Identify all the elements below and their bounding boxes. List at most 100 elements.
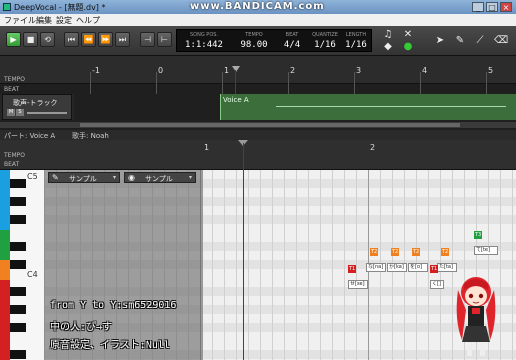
forward-end-button[interactable]: ⏭: [115, 32, 130, 47]
auto-scroll-icon[interactable]: ✕: [402, 29, 414, 41]
beat-label: BEAT: [285, 32, 299, 38]
note-tag: T2: [412, 248, 421, 256]
grid-line: [428, 170, 429, 360]
loop-button[interactable]: ⟲: [40, 32, 55, 47]
track-empty-area[interactable]: [74, 94, 220, 120]
note-tag: T2: [441, 248, 450, 256]
piano-roll-beat-label: BEAT: [4, 161, 20, 168]
piano-roll-playhead-line: [243, 143, 244, 360]
close-button[interactable]: ×: [500, 2, 512, 12]
menu-settings[interactable]: 設定: [56, 15, 72, 26]
pen-sample-label: サンプル: [69, 175, 97, 183]
note-tag: T1: [348, 265, 357, 273]
piano-roll-measure-2: 2: [370, 143, 376, 152]
grid-line: [212, 170, 213, 360]
forward-button[interactable]: ⏩: [98, 32, 113, 47]
solo-button[interactable]: S: [16, 109, 24, 116]
grid-line: [320, 170, 321, 360]
piano-roll-tempo-label: TEMPO: [4, 152, 25, 159]
measure-tick: [486, 72, 487, 94]
tempo-label: TEMPO: [245, 32, 263, 38]
note[interactable]: せ[se]: [348, 280, 368, 289]
note-tag: T2: [391, 248, 400, 256]
select-tool-icon[interactable]: ➤: [434, 35, 446, 47]
grid-line: [272, 170, 273, 360]
quantize-label: QUANTIZE: [312, 32, 338, 38]
track-row: 歌声-トラック M S Voice A: [0, 94, 516, 120]
beat-value: 4/4: [283, 40, 301, 50]
pitch-color-strip: [0, 260, 10, 280]
record-indicator-icon[interactable]: ●: [402, 41, 414, 53]
merge-button[interactable]: ⊢: [157, 32, 172, 47]
arrangement-measure-numbers: -1 0 1 2 3 4 5: [74, 66, 516, 94]
measure-number: 3: [356, 66, 362, 75]
note[interactable]: を[o]: [408, 263, 428, 272]
grid-line: [344, 170, 345, 360]
arrangement-scroll-thumb[interactable]: [80, 123, 460, 127]
note[interactable]: な[na]: [366, 263, 386, 272]
grid-line: [296, 170, 297, 360]
key-label-c4: C4: [27, 270, 38, 279]
piano-roll-ruler[interactable]: TEMPO BEAT 1 2: [0, 140, 516, 170]
length-label: LENGTH: [345, 32, 367, 38]
split-button[interactable]: ⊣: [140, 32, 155, 47]
menu-help[interactable]: ヘルプ: [76, 15, 100, 26]
rewind-start-button[interactable]: ⏮: [64, 32, 79, 47]
snap-icon[interactable]: ◆: [382, 41, 394, 53]
credit-line-3: 原音設定、イラスト:Null: [50, 340, 170, 351]
arrangement-beat-label: BEAT: [4, 86, 20, 93]
note-tag: T3: [474, 231, 483, 239]
minimize-button[interactable]: _: [472, 2, 484, 12]
measure-line: [202, 170, 203, 360]
measure-number: 1: [224, 66, 230, 75]
rewind-button[interactable]: ⏪: [81, 32, 96, 47]
piano-keyboard[interactable]: C5 C4: [0, 170, 44, 360]
tempo-value: 98.00: [240, 40, 268, 50]
song-pos-readout[interactable]: SONG POS. 1:1:442: [179, 32, 229, 50]
transport-readout: SONG POS. 1:1:442 TEMPO 98.00 BEAT 4/4 Q…: [176, 29, 372, 52]
measure-number: 4: [422, 66, 428, 75]
beat-readout[interactable]: BEAT 4/4: [277, 32, 307, 50]
pitch-color-strip: [0, 170, 10, 230]
line-tool-icon[interactable]: ⟋: [474, 35, 486, 47]
arrangement-tempo-label: TEMPO: [4, 76, 25, 83]
piano-roll-measure-1: 1: [204, 143, 210, 152]
note[interactable]: く[]: [430, 280, 444, 289]
grid-line: [260, 170, 261, 360]
arrangement-ruler[interactable]: TEMPO -1 0 1 2 3 4 5: [0, 56, 516, 94]
mute-button[interactable]: M: [7, 109, 15, 116]
arrangement-playhead-line: [235, 70, 236, 94]
maximize-button[interactable]: □: [486, 2, 498, 12]
part-info-bar: パート: Voice A 歌手: Noah: [0, 130, 516, 140]
menu-bar: ファイル 編集 設定 ヘルプ: [0, 14, 516, 26]
chevron-down-icon: ▾: [188, 174, 192, 181]
menu-file[interactable]: ファイル: [4, 15, 36, 26]
arrangement-scrollbar[interactable]: [0, 122, 516, 128]
view-sample-combo[interactable]: ◉ サンプル ▾: [124, 172, 196, 183]
credit-line-1: from Y to Y:sm6529016: [50, 300, 177, 311]
menu-edit[interactable]: 編集: [36, 15, 52, 26]
pencil-tool-icon[interactable]: ✎: [454, 35, 466, 47]
key-label-c5: C5: [27, 172, 38, 181]
eraser-tool-icon[interactable]: ⌫: [494, 35, 508, 47]
length-readout[interactable]: LENGTH 1/16: [341, 32, 371, 50]
grid-line: [332, 170, 333, 360]
note[interactable]: か[ka]: [387, 263, 407, 272]
grid-line: [248, 170, 249, 360]
app-icon: [3, 3, 11, 11]
note[interactable]: て[te]: [474, 246, 498, 255]
play-button[interactable]: ▶: [6, 32, 21, 47]
pen-sample-combo[interactable]: ✎ サンプル ▾: [48, 172, 120, 183]
tempo-readout[interactable]: TEMPO 98.00: [233, 32, 275, 50]
measure-number: 2: [290, 66, 296, 75]
quantize-readout[interactable]: QUANTIZE 1/16: [309, 32, 341, 50]
part-pitch-preview: [276, 106, 506, 107]
volume-slider[interactable]: [27, 112, 67, 114]
stop-button[interactable]: ■: [23, 32, 38, 47]
note-tag: T2: [370, 248, 379, 256]
metronome-icon[interactable]: ♫: [382, 29, 394, 41]
track-name: 歌声-トラック: [13, 99, 58, 107]
track-header[interactable]: 歌声-トラック M S: [2, 94, 72, 120]
eye-icon: ◉: [128, 173, 135, 182]
voice-part-block[interactable]: Voice A: [220, 94, 516, 120]
